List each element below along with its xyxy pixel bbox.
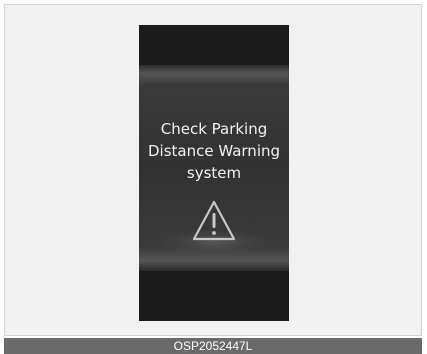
figure-code: OSP2052447L [173,339,253,353]
cluster-display-screen: Check Parking Distance Warning system [139,25,289,321]
warning-message-line-1: Check Parking [160,120,268,138]
warning-message-line-2: Distance Warning [147,142,281,160]
warning-message: Check Parking Distance Warning system [139,118,289,184]
warning-triangle-icon [192,200,236,241]
figure-caption-bar: OSP2052447L [4,338,422,354]
warning-message-line-3: system [186,164,242,182]
